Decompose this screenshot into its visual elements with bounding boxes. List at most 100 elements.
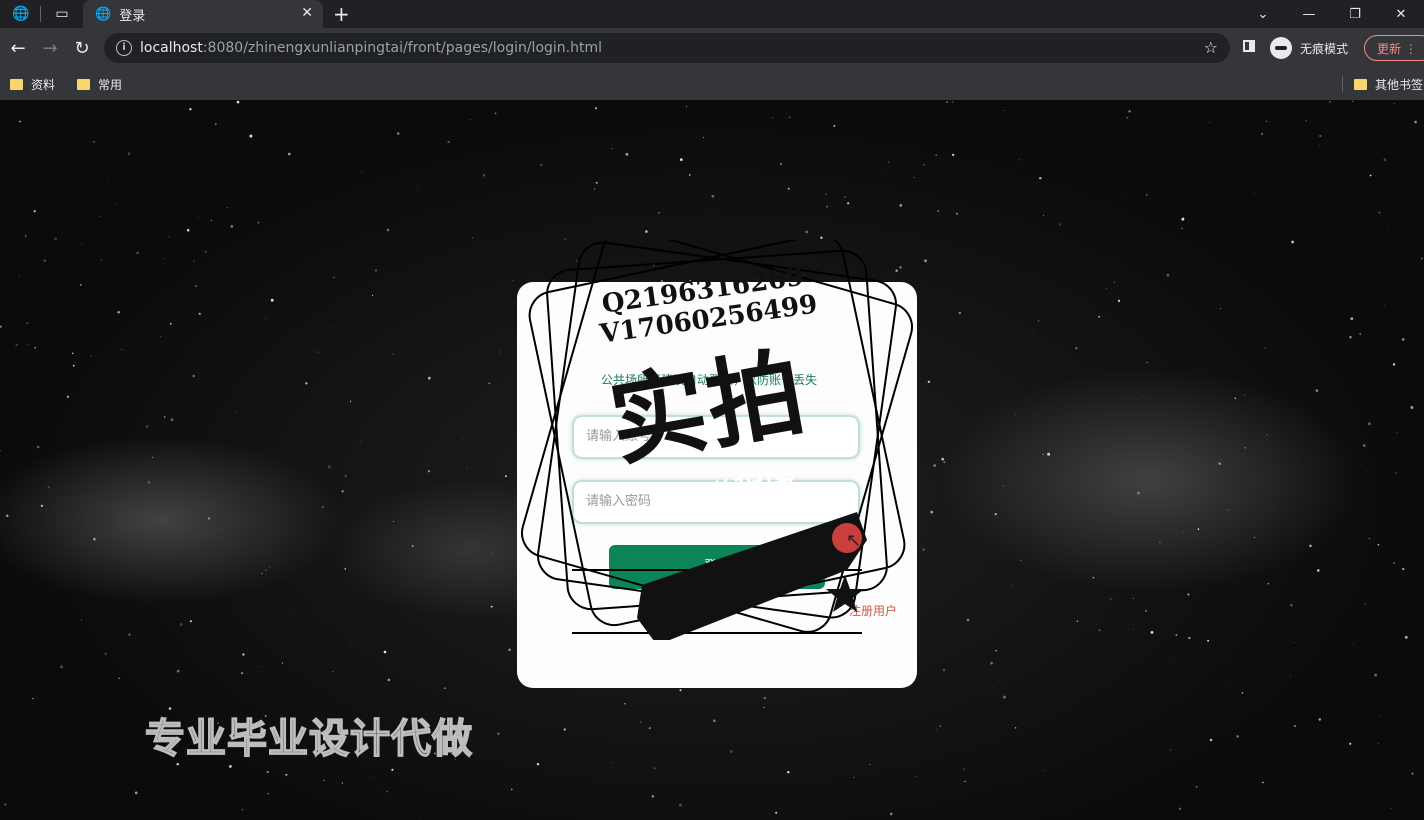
star bbox=[1396, 432, 1398, 433]
star bbox=[54, 237, 57, 241]
bookmark-star-icon[interactable]: ☆ bbox=[1204, 38, 1218, 57]
reload-icon[interactable]: ↻ bbox=[66, 38, 98, 59]
star bbox=[624, 702, 626, 705]
star bbox=[952, 153, 955, 156]
close-tab-icon[interactable]: ✕ bbox=[301, 5, 313, 21]
minimize-icon[interactable]: — bbox=[1286, 7, 1332, 22]
close-window-icon[interactable]: ✕ bbox=[1378, 7, 1424, 22]
star bbox=[1390, 807, 1393, 809]
star bbox=[81, 244, 83, 245]
star bbox=[189, 620, 192, 623]
star bbox=[564, 238, 566, 240]
star bbox=[1402, 568, 1405, 571]
page-background: 公共场所不建议自动登录，以防账号丢失 请输入账号 请输入密码 登录 注册用户 Q… bbox=[0, 100, 1424, 820]
star bbox=[32, 697, 34, 700]
star bbox=[1315, 389, 1319, 392]
other-bookmarks[interactable]: 其他书签 bbox=[1354, 68, 1423, 100]
star bbox=[913, 176, 915, 178]
star bbox=[1175, 634, 1178, 637]
star bbox=[1374, 673, 1378, 677]
new-tab-icon[interactable]: + bbox=[333, 2, 350, 26]
star bbox=[104, 652, 107, 655]
star bbox=[1309, 544, 1312, 548]
star bbox=[1188, 636, 1191, 640]
site-info-icon[interactable]: i bbox=[116, 40, 132, 56]
star bbox=[763, 706, 765, 709]
tab-login[interactable]: 🌐 登录 ✕ bbox=[83, 0, 323, 28]
star bbox=[1039, 176, 1042, 180]
star bbox=[9, 239, 11, 240]
star bbox=[895, 269, 898, 272]
star bbox=[1244, 394, 1246, 396]
star bbox=[1393, 103, 1395, 105]
star bbox=[33, 210, 36, 213]
star bbox=[490, 553, 492, 555]
star bbox=[779, 163, 783, 166]
star bbox=[686, 106, 688, 108]
star bbox=[90, 355, 92, 357]
star bbox=[1410, 406, 1414, 409]
star bbox=[26, 322, 29, 325]
login-button[interactable]: 登录 bbox=[609, 545, 825, 589]
star bbox=[787, 187, 790, 190]
star bbox=[341, 782, 343, 784]
star bbox=[497, 732, 500, 735]
star bbox=[789, 116, 791, 118]
update-button[interactable]: 更新 ⋮ bbox=[1364, 35, 1424, 61]
incognito-indicator[interactable]: 无痕模式 bbox=[1270, 37, 1348, 59]
star bbox=[847, 202, 850, 205]
star bbox=[593, 188, 596, 190]
star bbox=[344, 474, 347, 477]
folder-icon bbox=[77, 78, 91, 90]
bookmark-label: 资料 bbox=[31, 77, 56, 92]
side-panel-icon[interactable] bbox=[1243, 40, 1255, 52]
bookmark-folder-ziliao[interactable]: 资料 bbox=[10, 76, 55, 93]
star bbox=[360, 440, 362, 442]
star bbox=[805, 230, 809, 234]
star bbox=[1393, 562, 1396, 564]
bookmark-folder-changyong[interactable]: 常用 bbox=[77, 76, 122, 93]
star bbox=[186, 229, 190, 232]
back-icon[interactable]: ← bbox=[2, 38, 34, 59]
star bbox=[204, 250, 207, 253]
address-bar[interactable]: i localhost:8080/zhinengxunlianpingtai/f… bbox=[104, 33, 1230, 63]
star bbox=[1182, 532, 1184, 533]
star bbox=[1150, 631, 1154, 634]
star bbox=[351, 642, 353, 644]
star bbox=[147, 480, 151, 484]
star bbox=[1387, 227, 1389, 229]
register-link[interactable]: 注册用户 bbox=[849, 602, 897, 619]
restore-icon[interactable]: ❐ bbox=[1332, 7, 1378, 22]
star bbox=[285, 773, 288, 776]
star bbox=[392, 353, 394, 355]
tab-search-icon[interactable]: ▭ bbox=[51, 3, 73, 25]
star bbox=[488, 382, 491, 385]
forward-icon[interactable]: → bbox=[34, 38, 66, 59]
star bbox=[1377, 543, 1380, 546]
star bbox=[1018, 159, 1020, 161]
star bbox=[563, 728, 566, 731]
star bbox=[1145, 194, 1148, 196]
star bbox=[1142, 396, 1144, 398]
star bbox=[151, 456, 154, 459]
star bbox=[552, 279, 554, 281]
star bbox=[1349, 336, 1352, 339]
star bbox=[1266, 434, 1268, 436]
globe-icon[interactable]: 🌐 bbox=[10, 3, 32, 25]
star bbox=[1076, 620, 1079, 623]
star bbox=[1114, 281, 1116, 283]
star bbox=[1404, 635, 1408, 639]
star bbox=[625, 152, 629, 156]
star bbox=[189, 108, 192, 111]
star bbox=[1329, 100, 1331, 103]
bookmarks-divider bbox=[1342, 76, 1343, 92]
star bbox=[536, 763, 540, 766]
star bbox=[1420, 257, 1423, 260]
star bbox=[490, 605, 493, 608]
tab-list-chevron-icon[interactable]: ⌄ bbox=[1240, 7, 1286, 22]
star bbox=[71, 352, 74, 355]
star bbox=[269, 566, 271, 568]
window-controls: ⌄ — ❐ ✕ bbox=[1240, 0, 1424, 28]
star bbox=[995, 649, 998, 652]
star bbox=[214, 123, 217, 126]
